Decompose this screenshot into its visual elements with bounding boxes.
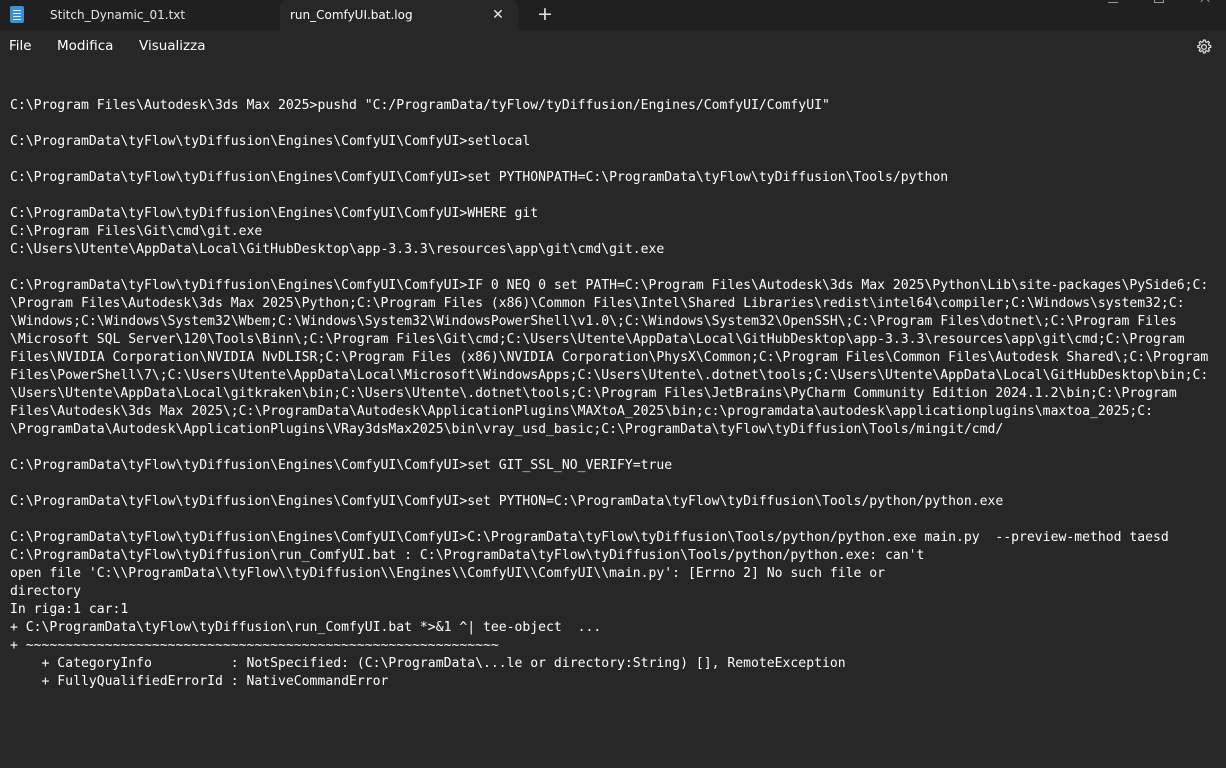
log-line: C:\ProgramData\tyFlow\tyDiffusion\Engine… (10, 278, 1209, 293)
log-line: C:\Program Files\Git\cmd\git.exe (10, 224, 263, 239)
log-line: C:\Users\Utente\AppData\Local\GitHubDesk… (10, 242, 665, 257)
log-line: open file 'C:\\ProgramData\\tyFlow\\tyDi… (10, 566, 886, 581)
log-line: C:\ProgramData\tyFlow\tyDiffusion\Engine… (10, 170, 949, 185)
log-line: Files\Autodesk\3ds Max 2025\;C:\ProgramD… (10, 404, 1154, 419)
tab-label: Stitch_Dynamic_01.txt (50, 8, 186, 22)
tab-stitch-dynamic[interactable]: Stitch_Dynamic_01.txt (36, 0, 280, 30)
log-line: C:\Program Files\Autodesk\3ds Max 2025>p… (10, 98, 830, 113)
tab-label: run_ComfyUI.bat.log (290, 8, 413, 22)
log-line: In riga:1 car:1 (10, 602, 129, 617)
log-line: \Program Files\Autodesk\3ds Max 2025\Pyt… (10, 296, 1185, 311)
menu-edit[interactable]: Modifica (57, 38, 113, 54)
log-line: \ProgramData\Autodesk\ApplicationPlugins… (10, 422, 1004, 437)
log-line: \Microsoft SQL Server\120\Tools\Binn\;C:… (10, 332, 1185, 347)
log-line: + C:\ProgramData\tyFlow\tyDiffusion\run_… (10, 620, 602, 635)
log-line: C:\ProgramData\tyFlow\tyDiffusion\Engine… (10, 530, 1169, 545)
log-line: C:\ProgramData\tyFlow\tyDiffusion\Engine… (10, 458, 673, 473)
log-line: + ~~~~~~~~~~~~~~~~~~~~~~~~~~~~~~~~~~~~~~… (10, 638, 499, 653)
menu-view[interactable]: Visualizza (139, 38, 206, 54)
minimize-button[interactable] (1090, 0, 1136, 16)
title-bar: Stitch_Dynamic_01.txt run_ComfyUI.bat.lo… (0, 0, 1226, 30)
log-line: Files\NVIDIA Corporation\NVIDIA NvDLISR;… (10, 350, 1209, 365)
close-window-button[interactable] (1182, 0, 1226, 16)
plus-icon[interactable]: + (532, 0, 558, 30)
maximize-button[interactable] (1136, 0, 1182, 16)
menu-bar: File Modifica Visualizza (0, 30, 1226, 64)
close-icon[interactable]: ✕ (488, 0, 508, 30)
tab-run-comfyui-log[interactable]: run_ComfyUI.bat.log ✕ (280, 0, 518, 30)
notepad-icon (10, 6, 24, 23)
log-line: C:\ProgramData\tyFlow\tyDiffusion\Engine… (10, 206, 539, 221)
log-line: C:\ProgramData\tyFlow\tyDiffusion\run_Co… (10, 548, 925, 563)
log-line: + CategoryInfo : NotSpecified: (C:\Progr… (10, 656, 846, 671)
text-editor[interactable]: C:\Program Files\Autodesk\3ds Max 2025>p… (0, 64, 1226, 768)
log-line: C:\ProgramData\tyFlow\tyDiffusion\Engine… (10, 494, 1004, 509)
log-line: + FullyQualifiedErrorId : NativeCommandE… (10, 674, 389, 689)
log-line: directory (10, 584, 81, 599)
menu-file[interactable]: File (9, 38, 32, 54)
log-line: \Users\Utente\AppData\Local\gitkraken\bi… (10, 386, 1177, 401)
log-line: \Windows;C:\Windows\System32\Wbem;C:\Win… (10, 314, 1177, 329)
log-line: Files\PowerShell\7\;C:\Users\Utente\AppD… (10, 368, 1209, 383)
log-line: C:\ProgramData\tyFlow\tyDiffusion\Engine… (10, 134, 531, 149)
log-text: C:\Program Files\Autodesk\3ds Max 2025>p… (10, 97, 1226, 691)
gear-icon[interactable] (1195, 38, 1213, 56)
